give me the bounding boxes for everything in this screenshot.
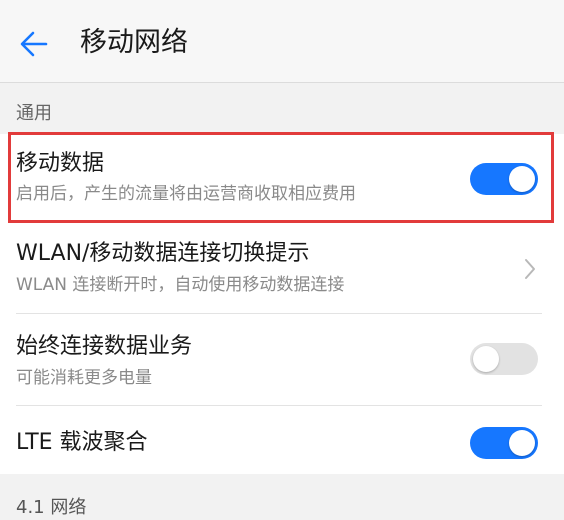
toggle-knob (509, 166, 535, 192)
setting-row-mobile-data[interactable]: 移动数据 启用后，产生的流量将由运营商收取相应费用 (0, 134, 564, 222)
app-bar: 移动网络 (0, 0, 564, 83)
back-arrow-icon (20, 31, 48, 57)
setting-subtitle: 启用后，产生的流量将由运营商收取相应费用 (16, 184, 356, 204)
setting-subtitle: WLAN 连接断开时，自动使用移动数据连接 (16, 275, 345, 295)
setting-row-lte-carrier-aggregation[interactable]: LTE 载波聚合 (0, 405, 564, 493)
setting-title: 移动数据 (16, 151, 105, 176)
setting-title: WLAN/移动数据连接切换提示 (16, 241, 310, 266)
toggle-knob (509, 430, 535, 456)
chevron-right-icon (520, 255, 540, 283)
setting-title: 始终连接数据业务 (16, 334, 193, 359)
always-on-data-toggle[interactable] (470, 343, 538, 375)
setting-subtitle: 可能消耗更多电量 (16, 368, 152, 388)
setting-row-always-on-data[interactable]: 始终连接数据业务 可能消耗更多电量 (0, 313, 564, 401)
setting-row-wlan-switch-prompt[interactable]: WLAN/移动数据连接切换提示 WLAN 连接断开时，自动使用移动数据连接 (0, 222, 564, 310)
section-header-general: 通用 (16, 103, 52, 124)
section-header-next: 4.1 网络 (16, 497, 87, 518)
back-button[interactable] (12, 22, 56, 66)
lte-carrier-aggregation-toggle[interactable] (470, 427, 538, 459)
page-title: 移动网络 (80, 27, 188, 58)
setting-title: LTE 载波聚合 (16, 430, 148, 455)
mobile-data-toggle[interactable] (470, 163, 538, 195)
toggle-knob (473, 346, 499, 372)
settings-list: 移动数据 启用后，产生的流量将由运营商收取相应费用 WLAN/移动数据连接切换提… (0, 134, 564, 474)
